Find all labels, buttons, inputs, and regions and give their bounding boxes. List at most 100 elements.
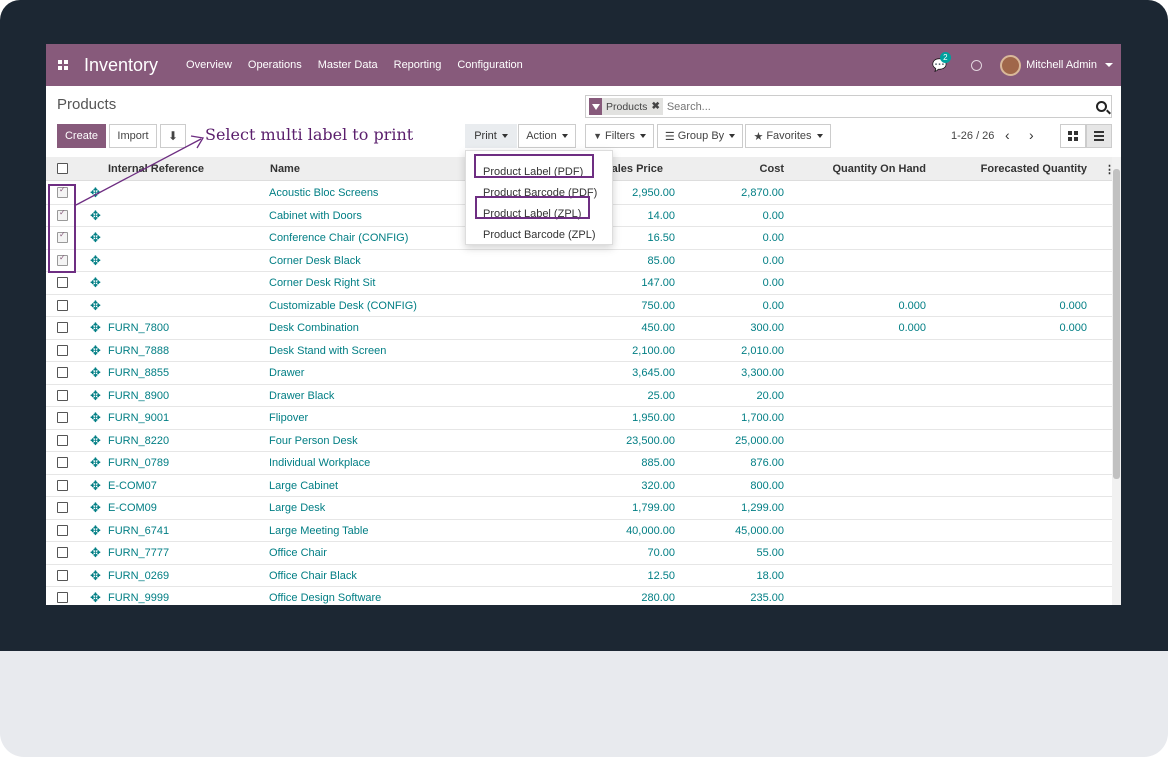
- cell-name[interactable]: Drawer: [269, 367, 304, 379]
- cell-name[interactable]: Office Chair: [269, 547, 327, 559]
- drag-handle-icon[interactable]: ✥: [90, 299, 101, 312]
- group-by-button[interactable]: ☰ Group By: [657, 124, 743, 148]
- row-checkbox[interactable]: [57, 344, 68, 356]
- search-bar[interactable]: Products ✖: [585, 95, 1112, 118]
- table-row[interactable]: ✥ FURN_6741 Large Meeting Table 40,000.00 45…: [46, 520, 1112, 542]
- favorites-button[interactable]: ★ Favorites: [745, 124, 831, 148]
- user-name[interactable]: Mitchell Admin: [1026, 59, 1097, 71]
- cell-name[interactable]: Large Meeting Table: [269, 525, 368, 537]
- drag-handle-icon[interactable]: ✥: [90, 524, 101, 537]
- table-row[interactable]: ✥ FURN_7777 Office Chair 70.00 55.00: [46, 542, 1112, 565]
- cell-name[interactable]: Acoustic Bloc Screens: [269, 187, 378, 199]
- drag-handle-icon[interactable]: ✥: [90, 434, 101, 447]
- cell-name[interactable]: Conference Chair (CONFIG): [269, 232, 408, 244]
- pager-prev-icon[interactable]: ‹: [1005, 127, 1010, 143]
- row-checkbox[interactable]: [57, 277, 68, 288]
- col-quantity-on-hand[interactable]: Quantity On Hand: [806, 163, 927, 175]
- table-row[interactable]: ✥ FURN_9999 Office Design Software 280.00 23…: [46, 587, 1112, 605]
- col-forecasted-quantity[interactable]: Forecasted Quantity: [946, 163, 1087, 175]
- row-checkbox[interactable]: [57, 434, 68, 446]
- row-checkbox[interactable]: [57, 299, 68, 311]
- table-row[interactable]: ✥ FURN_7888 Desk Stand with Screen 2,100.00…: [46, 340, 1112, 362]
- row-checkbox[interactable]: [57, 547, 68, 558]
- drag-handle-icon[interactable]: ✥: [90, 231, 101, 244]
- table-row[interactable]: ✥ FURN_7800 Desk Combination 450.00 300.00 0.…: [46, 317, 1112, 340]
- drag-handle-icon[interactable]: ✥: [90, 276, 101, 289]
- table-row[interactable]: ✥ Corner Desk Black 85.00 0.00: [46, 250, 1112, 272]
- drag-handle-icon[interactable]: ✥: [90, 479, 101, 492]
- drag-handle-icon[interactable]: ✥: [90, 501, 101, 514]
- drag-handle-icon[interactable]: ✥: [90, 546, 101, 559]
- drag-handle-icon[interactable]: ✥: [90, 591, 101, 604]
- row-checkbox[interactable]: [57, 389, 68, 401]
- menu-operations[interactable]: Operations: [248, 59, 302, 71]
- table-row[interactable]: ✥ FURN_0789 Individual Workplace 885.00 876.…: [46, 452, 1112, 475]
- table-row[interactable]: ✥ Corner Desk Right Sit 147.00 0.00: [46, 272, 1112, 295]
- cell-name[interactable]: Large Cabinet: [269, 480, 338, 492]
- table-row[interactable]: ✥ FURN_9001 Flipover 1,950.00 1,700.00: [46, 407, 1112, 430]
- cell-name[interactable]: Four Person Desk: [269, 435, 358, 447]
- table-scrollbar[interactable]: [1112, 157, 1121, 605]
- user-menu-caret-icon[interactable]: [1105, 63, 1113, 67]
- cell-cost: 3,300.00: [741, 367, 784, 379]
- row-checkbox[interactable]: [57, 322, 68, 333]
- action-button[interactable]: Action: [518, 124, 576, 148]
- table-row[interactable]: ✥ FURN_0269 Office Chair Black 12.50 18.00: [46, 565, 1112, 587]
- drag-handle-icon[interactable]: ✥: [90, 254, 101, 267]
- print-button[interactable]: Print: [465, 124, 517, 148]
- drag-handle-icon[interactable]: ✥: [90, 411, 101, 424]
- facet-remove-icon[interactable]: ✖: [651, 101, 662, 112]
- search-facet[interactable]: Products ✖: [589, 98, 663, 115]
- row-checkbox[interactable]: [57, 479, 68, 491]
- menu-master-data[interactable]: Master Data: [318, 59, 378, 71]
- drag-handle-icon[interactable]: ✥: [90, 321, 101, 334]
- table-row[interactable]: ✥ E-COM07 Large Cabinet 320.00 800.00: [46, 475, 1112, 497]
- cell-internal-reference: FURN_9001: [108, 412, 170, 424]
- table-row[interactable]: ✥ FURN_8855 Drawer 3,645.00 3,300.00: [46, 362, 1112, 385]
- row-checkbox[interactable]: [57, 412, 68, 423]
- table-row[interactable]: ✥ E-COM09 Large Desk 1,799.00 1,299.00: [46, 497, 1112, 520]
- row-checkbox[interactable]: [57, 592, 68, 603]
- activity-clock-icon[interactable]: [971, 59, 983, 71]
- kanban-view-button[interactable]: [1060, 124, 1086, 148]
- drag-handle-icon[interactable]: ✥: [90, 569, 101, 582]
- list-view-button[interactable]: [1086, 124, 1112, 148]
- table-row[interactable]: ✥ FURN_8900 Drawer Black 25.00 20.00: [46, 385, 1112, 407]
- cell-name[interactable]: Drawer Black: [269, 390, 334, 402]
- cell-name[interactable]: Corner Desk Black: [269, 255, 361, 267]
- col-cost[interactable]: Cost: [726, 163, 784, 175]
- chat-icon[interactable]: 💬 2: [932, 52, 951, 72]
- cell-name[interactable]: Flipover: [269, 412, 308, 424]
- filters-button[interactable]: ▼ Filters: [585, 124, 654, 148]
- search-icon[interactable]: [1096, 101, 1107, 112]
- menu-configuration[interactable]: Configuration: [457, 59, 522, 71]
- cell-name[interactable]: Large Desk: [269, 502, 325, 514]
- drag-handle-icon[interactable]: ✥: [90, 456, 101, 469]
- table-row[interactable]: ✥ FURN_8220 Four Person Desk 23,500.00 25,00…: [46, 430, 1112, 452]
- cell-name[interactable]: Desk Stand with Screen: [269, 345, 386, 357]
- cell-name[interactable]: Cabinet with Doors: [269, 210, 362, 222]
- user-avatar[interactable]: [1000, 54, 1022, 76]
- row-checkbox[interactable]: [57, 367, 68, 378]
- row-checkbox[interactable]: [57, 524, 68, 536]
- cell-name[interactable]: Customizable Desk (CONFIG): [269, 300, 417, 312]
- scrollbar-thumb[interactable]: [1113, 169, 1120, 479]
- cell-name[interactable]: Desk Combination: [269, 322, 359, 334]
- row-checkbox[interactable]: [57, 569, 68, 581]
- search-input[interactable]: [666, 100, 1047, 113]
- col-name[interactable]: Name: [270, 163, 300, 175]
- table-row[interactable]: ✥ Customizable Desk (CONFIG) 750.00 0.00 0.0…: [46, 295, 1112, 317]
- cell-name[interactable]: Individual Workplace: [269, 457, 370, 469]
- menu-product-barcode-zpl[interactable]: Product Barcode (ZPL): [483, 229, 596, 241]
- drag-handle-icon[interactable]: ✥: [90, 344, 101, 357]
- drag-handle-icon[interactable]: ✥: [90, 389, 101, 402]
- cell-name[interactable]: Corner Desk Right Sit: [269, 277, 375, 289]
- row-checkbox[interactable]: [57, 502, 68, 513]
- drag-handle-icon[interactable]: ✥: [90, 366, 101, 379]
- menu-reporting[interactable]: Reporting: [394, 59, 442, 71]
- row-checkbox[interactable]: [57, 457, 68, 468]
- pager-next-icon[interactable]: ›: [1029, 127, 1034, 143]
- cell-name[interactable]: Office Design Software: [269, 592, 381, 604]
- cell-name[interactable]: Office Chair Black: [269, 570, 357, 582]
- pager-value[interactable]: 1-26 / 26: [951, 130, 994, 142]
